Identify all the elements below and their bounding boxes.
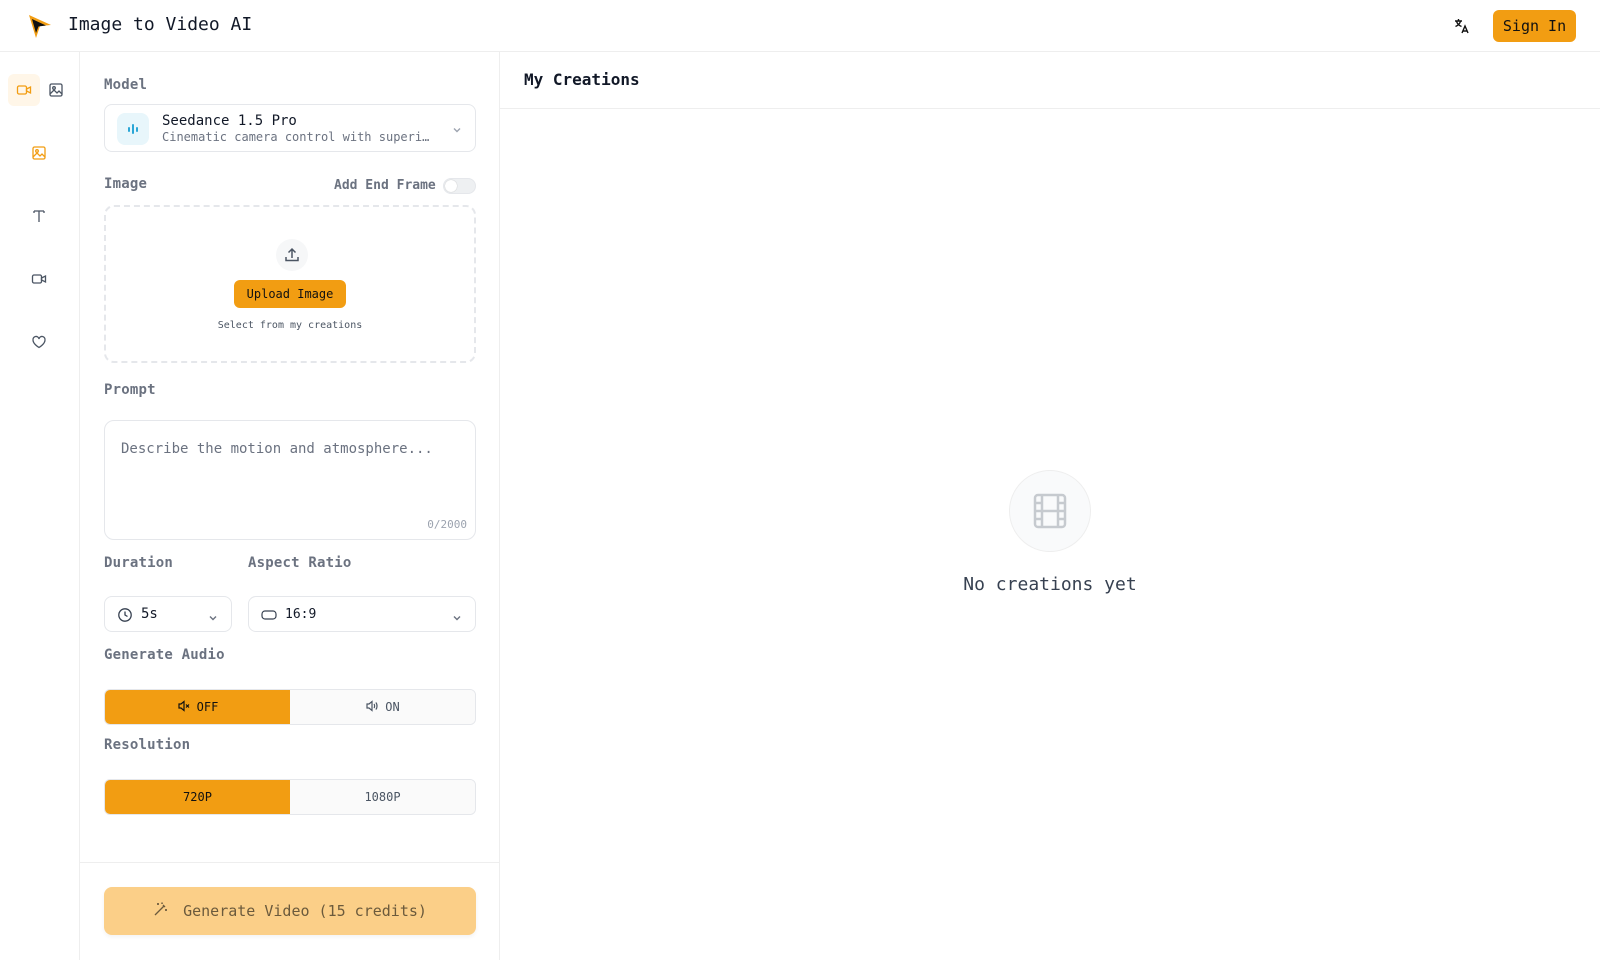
- audio-on-option[interactable]: ON: [290, 690, 475, 724]
- duration-select[interactable]: 5s: [104, 596, 232, 632]
- app-title: Image to Video AI: [68, 14, 253, 35]
- generate-video-button[interactable]: Generate Video (15 credits): [104, 887, 476, 935]
- audio-toggle-group: OFF ON: [104, 689, 476, 725]
- select-from-creations-link[interactable]: Select from my creations: [106, 320, 474, 331]
- video-camera-icon[interactable]: [8, 74, 40, 106]
- creations-title: My Creations: [524, 70, 640, 89]
- audio-off-option[interactable]: OFF: [105, 690, 290, 724]
- video-camera-icon[interactable]: [23, 263, 55, 295]
- aspect-ratio-select[interactable]: 16:9: [248, 596, 476, 632]
- resolution-1080p-option[interactable]: 1080P: [290, 780, 475, 814]
- chevron-down-icon: [451, 121, 463, 140]
- generation-form: Model Seedance 1.5 Pro Cinematic camera …: [80, 52, 500, 960]
- image-label: Image: [104, 176, 148, 192]
- top-bar: Image to Video AI Sign In: [0, 0, 1600, 52]
- resolution-label: Resolution: [104, 737, 191, 753]
- app-logo-icon[interactable]: [26, 12, 54, 40]
- prompt-placeholder: Describe the motion and atmosphere...: [121, 441, 433, 457]
- model-label: Model: [104, 77, 148, 93]
- magic-wand-icon: [153, 901, 169, 921]
- aspect-ratio-icon: [261, 607, 277, 627]
- tool-rail: [0, 52, 80, 960]
- upload-icon: [276, 239, 308, 271]
- image-icon[interactable]: [23, 137, 55, 169]
- speaker-muted-icon: [177, 699, 191, 716]
- clock-icon: [117, 607, 133, 627]
- waveform-icon: [117, 113, 149, 145]
- translate-icon[interactable]: [1450, 14, 1474, 38]
- image-upload-dropzone[interactable]: Upload Image Select from my creations: [104, 205, 476, 363]
- sign-in-button[interactable]: Sign In: [1493, 10, 1576, 42]
- aspect-ratio-label: Aspect Ratio: [248, 555, 352, 571]
- heart-icon[interactable]: [23, 326, 55, 358]
- model-name: Seedance 1.5 Pro: [162, 113, 297, 129]
- creations-panel: My Creations No creations yet: [500, 52, 1600, 960]
- empty-state-text: No creations yet: [963, 574, 1137, 595]
- aspect-ratio-value: 16:9: [285, 607, 317, 622]
- audio-off-label: OFF: [196, 700, 219, 714]
- upload-image-button[interactable]: Upload Image: [234, 280, 346, 308]
- resolution-toggle-group: 720P 1080P: [104, 779, 476, 815]
- audio-on-label: ON: [385, 700, 400, 714]
- model-select[interactable]: Seedance 1.5 Pro Cinematic camera contro…: [104, 104, 476, 152]
- generate-audio-label: Generate Audio: [104, 647, 225, 663]
- end-frame-toggle[interactable]: [443, 178, 476, 194]
- chevron-down-icon: [451, 609, 463, 628]
- model-description: Cinematic camera control with superior m…: [162, 130, 430, 144]
- text-icon[interactable]: [23, 200, 55, 232]
- chevron-down-icon: [207, 609, 219, 628]
- prompt-char-counter: 0/2000: [427, 518, 467, 531]
- end-frame-label: Add End Frame: [334, 178, 436, 193]
- speaker-icon: [365, 699, 379, 716]
- creations-header: My Creations: [500, 52, 1600, 109]
- image-icon[interactable]: [40, 74, 72, 106]
- prompt-label: Prompt: [104, 382, 156, 398]
- duration-value: 5s: [141, 606, 158, 622]
- toggle-knob: [445, 180, 457, 192]
- divider: [80, 862, 500, 863]
- resolution-720p-option[interactable]: 720P: [105, 780, 290, 814]
- prompt-textarea[interactable]: Describe the motion and atmosphere... 0/…: [104, 420, 476, 540]
- generate-video-label: Generate Video (15 credits): [183, 902, 427, 920]
- film-icon: [1009, 470, 1091, 552]
- duration-label: Duration: [104, 555, 174, 571]
